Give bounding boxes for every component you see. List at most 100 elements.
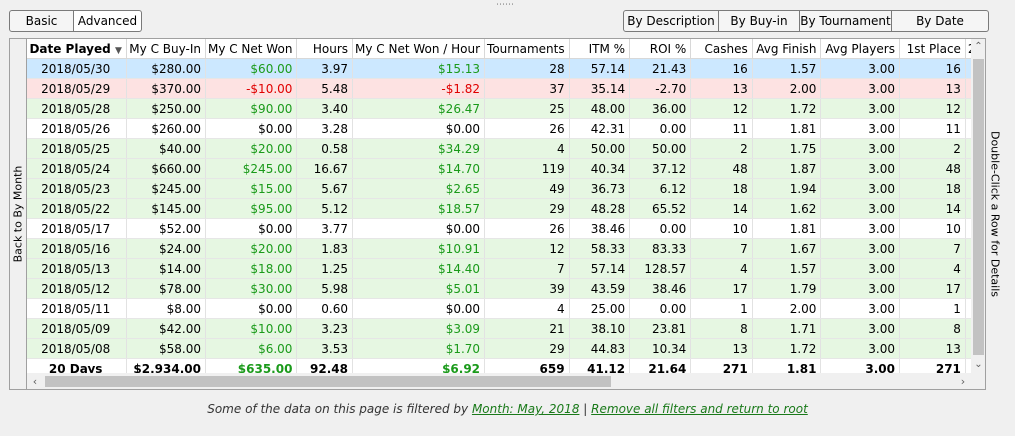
cell-date-played: 2018/05/28 <box>27 98 128 119</box>
back-to-by-month-rail[interactable]: Back to By Month <box>9 38 27 390</box>
table-row[interactable]: 2018/05/30 $280.00 $60.00 3.97 $15.13 28 57.14… <box>27 58 985 79</box>
table-row[interactable]: 2018/05/12 $78.00 $30.00 5.98 $5.01 39 43.59 38… <box>27 278 985 299</box>
cell-avg-players: 3.00 <box>820 158 900 179</box>
cell-avg-finish: 2.00 <box>752 298 822 319</box>
cell-itm: 57.14 <box>569 58 631 79</box>
column-header-tournaments[interactable]: Tournaments <box>484 39 570 59</box>
cell-net-won: $20.00 <box>205 238 298 259</box>
column-header-buy-in[interactable]: My C Buy-In <box>126 39 206 59</box>
cell-avg-players: 3.00 <box>820 258 900 279</box>
cell-avg-players: 3.00 <box>820 58 900 79</box>
table-row[interactable]: 2018/05/24 $660.00 $245.00 16.67 $14.70 119 40… <box>27 158 985 179</box>
cell-cashes: 12 <box>690 98 753 119</box>
tab-by-buy-in[interactable]: By Buy-in <box>719 10 800 32</box>
cell-cashes: 16 <box>690 58 753 79</box>
cell-first-place: 14 <box>899 198 966 219</box>
chevron-down-icon[interactable]: ⌄ <box>971 357 985 373</box>
view-toggle: Basic Advanced <box>9 10 142 32</box>
column-header-first-place[interactable]: 1st Place <box>899 39 966 59</box>
column-header-cashes[interactable]: Cashes <box>690 39 753 59</box>
scroll-corner <box>971 373 985 389</box>
cell-hours: 3.23 <box>296 318 354 339</box>
vertical-scrollbar[interactable]: ⌃ ⌄ <box>971 39 985 373</box>
cell-roi: 0.00 <box>629 218 692 239</box>
table-row[interactable]: 2018/05/17 $52.00 $0.00 3.77 $0.00 26 38.46 0.0… <box>27 218 985 239</box>
cell-roi: 0.00 <box>629 298 692 319</box>
cell-net-won-per-hour: $0.00 <box>352 298 486 319</box>
table-row[interactable]: 2018/05/26 $260.00 $0.00 3.28 $0.00 26 42.31 0.… <box>27 118 985 139</box>
column-header-itm[interactable]: ITM % <box>569 39 631 59</box>
table-row[interactable]: 2018/05/28 $250.00 $90.00 3.40 $26.47 25 48.00… <box>27 98 985 119</box>
cell-avg-finish: 2.00 <box>752 78 822 99</box>
table-row[interactable]: 2018/05/13 $14.00 $18.00 1.25 $14.40 7 57.14 12… <box>27 258 985 279</box>
cell-first-place: 12 <box>899 98 966 119</box>
tab-by-date[interactable]: By Date <box>892 10 989 32</box>
table-row[interactable]: 2018/05/08 $58.00 $6.00 3.53 $1.70 29 44.83 10.… <box>27 338 985 359</box>
cell-avg-finish: 1.62 <box>752 198 822 219</box>
tab-by-description[interactable]: By Description <box>623 10 719 32</box>
cell-first-place: 7 <box>899 238 966 259</box>
cell-avg-players: 3.00 <box>820 318 900 339</box>
cell-hours: 1.83 <box>296 238 354 259</box>
cell-date-played: 2018/05/11 <box>27 298 128 319</box>
cell-avg-players: 3.00 <box>820 278 900 299</box>
column-header-hours[interactable]: Hours <box>296 39 354 59</box>
group-by-tabs: By Description By Buy-in By Tournament B… <box>623 10 989 32</box>
month-filter-link[interactable]: Month: May, 2018 <box>472 402 580 416</box>
table-row[interactable]: 2018/05/22 $145.00 $95.00 5.12 $18.57 29 48.28… <box>27 198 985 219</box>
sort-descending-icon: ▼ <box>114 45 122 56</box>
column-header-net-won-per-hour[interactable]: My C Net Won / Hour <box>352 39 486 59</box>
table-row[interactable]: 2018/05/11 $8.00 $0.00 0.60 $0.00 4 25.00 0.00 1… <box>27 298 985 319</box>
cell-itm: 38.10 <box>569 318 631 339</box>
cell-buy-in: $78.00 <box>126 278 206 299</box>
chevron-up-icon[interactable]: ⌃ <box>971 39 985 55</box>
cell-net-won-per-hour: $18.57 <box>352 198 486 219</box>
cell-cashes: 1 <box>690 298 753 319</box>
cell-net-won-per-hour: $14.40 <box>352 258 486 279</box>
cell-date-played: 2018/05/30 <box>27 58 128 79</box>
column-header-date-played[interactable]: Date Played ▼ <box>27 39 128 59</box>
column-header-avg-players[interactable]: Avg Players <box>820 39 900 59</box>
cell-net-won: $90.00 <box>205 98 298 119</box>
cell-itm: 58.33 <box>569 238 631 259</box>
cell-first-place: 13 <box>899 78 966 99</box>
cell-roi: 36.00 <box>629 98 692 119</box>
tab-by-tournament[interactable]: By Tournament <box>800 10 892 32</box>
remove-filters-link[interactable]: Remove all filters and return to root <box>591 402 808 416</box>
vertical-scroll-thumb[interactable] <box>973 59 984 355</box>
cell-avg-players: 3.00 <box>820 178 900 199</box>
table-row[interactable]: 2018/05/23 $245.00 $15.00 5.67 $2.65 49 36.73 6… <box>27 178 985 199</box>
chevron-left-icon[interactable]: ‹ <box>27 373 43 389</box>
cell-first-place: 16 <box>899 58 966 79</box>
cell-hours: 5.98 <box>296 278 354 299</box>
cell-hours: 3.53 <box>296 338 354 359</box>
cell-buy-in: $660.00 <box>126 158 206 179</box>
table-row[interactable]: 2018/05/16 $24.00 $20.00 1.83 $10.91 12 58.33 8… <box>27 238 985 259</box>
table-row[interactable]: 2018/05/29 $370.00 -$10.00 5.48 -$1.82 37 35.1… <box>27 78 985 99</box>
column-header-roi[interactable]: ROI % <box>629 39 692 59</box>
table-row[interactable]: 2018/05/09 $42.00 $10.00 3.23 $3.09 21 38.10 23… <box>27 318 985 339</box>
column-header-avg-finish[interactable]: Avg Finish <box>752 39 822 59</box>
cell-avg-players: 3.00 <box>820 198 900 219</box>
cell-tournaments: 21 <box>484 318 570 339</box>
column-header-net-won[interactable]: My C Net Won <box>205 39 298 59</box>
chevron-right-icon[interactable]: › <box>955 373 971 389</box>
back-to-by-month-label: Back to By Month <box>11 165 25 263</box>
basic-view-button[interactable]: Basic <box>9 10 74 32</box>
cell-roi: 83.33 <box>629 238 692 259</box>
advanced-view-button[interactable]: Advanced <box>74 10 142 32</box>
cell-first-place: 17 <box>899 278 966 299</box>
cell-roi: 10.34 <box>629 338 692 359</box>
table-row[interactable]: 2018/05/25 $40.00 $20.00 0.58 $34.29 4 50.00 50… <box>27 138 985 159</box>
horizontal-scrollbar[interactable]: ‹ › <box>27 373 971 389</box>
cell-first-place: 13 <box>899 338 966 359</box>
cell-buy-in: $245.00 <box>126 178 206 199</box>
horizontal-scroll-thumb[interactable] <box>45 376 611 387</box>
cell-buy-in: $370.00 <box>126 78 206 99</box>
results-table: Date Played ▼ My C Buy-In My C Net Won H… <box>27 39 985 379</box>
drag-grip-icon[interactable]: ⋯⋯ <box>490 1 520 10</box>
cell-net-won-per-hour: $26.47 <box>352 98 486 119</box>
cell-tournaments: 26 <box>484 118 570 139</box>
cell-cashes: 13 <box>690 338 753 359</box>
cell-tournaments: 4 <box>484 298 570 319</box>
